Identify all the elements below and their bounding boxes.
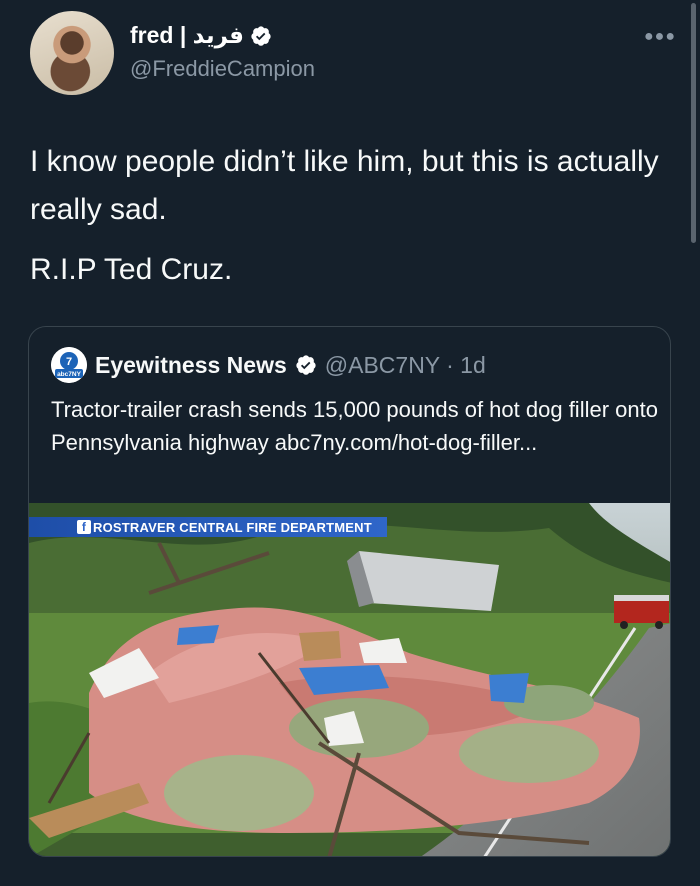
tweet-paragraph: R.I.P Ted Cruz. [30,253,233,286]
verified-badge-icon [296,355,316,375]
tweet-paragraph: I know people didn’t like him, but this … [30,145,659,226]
author-avatar[interactable] [30,11,114,95]
author-handle[interactable]: @FreddieCampion [130,56,315,82]
scrollbar[interactable] [691,3,696,243]
quoted-tweet[interactable]: 7 abc7NY Eyewitness News @ABC7NY · 1d Tr… [28,326,671,857]
author-name[interactable]: fred | فريد [130,22,244,49]
quoted-media-image[interactable]: f ROSTRAVER CENTRAL FIRE DEPARTMENT [29,503,670,856]
quoted-author-name[interactable]: Eyewitness News [95,352,287,379]
facebook-icon: f [77,520,91,534]
author-name-row[interactable]: fred | فريد [130,22,272,49]
verified-badge-icon [251,25,271,46]
crash-scene-image [29,503,670,856]
quoted-text: Tractor-trailer crash sends 15,000 pound… [51,397,658,455]
abc7-logo-icon[interactable]: 7 abc7NY [51,347,87,383]
news-chyron: f ROSTRAVER CENTRAL FIRE DEPARTMENT [29,517,387,537]
more-horizontal-icon[interactable]: ●●● [644,28,676,46]
svg-text:7: 7 [66,356,72,368]
logo-text: abc7NY [57,371,82,378]
quoted-handle-time[interactable]: @ABC7NY · 1d [325,352,486,379]
quoted-header: 7 abc7NY Eyewitness News @ABC7NY · 1d [51,347,486,383]
tweet-text: I know people didn’t like him, but this … [30,138,680,294]
chyron-text: ROSTRAVER CENTRAL FIRE DEPARTMENT [93,519,372,535]
